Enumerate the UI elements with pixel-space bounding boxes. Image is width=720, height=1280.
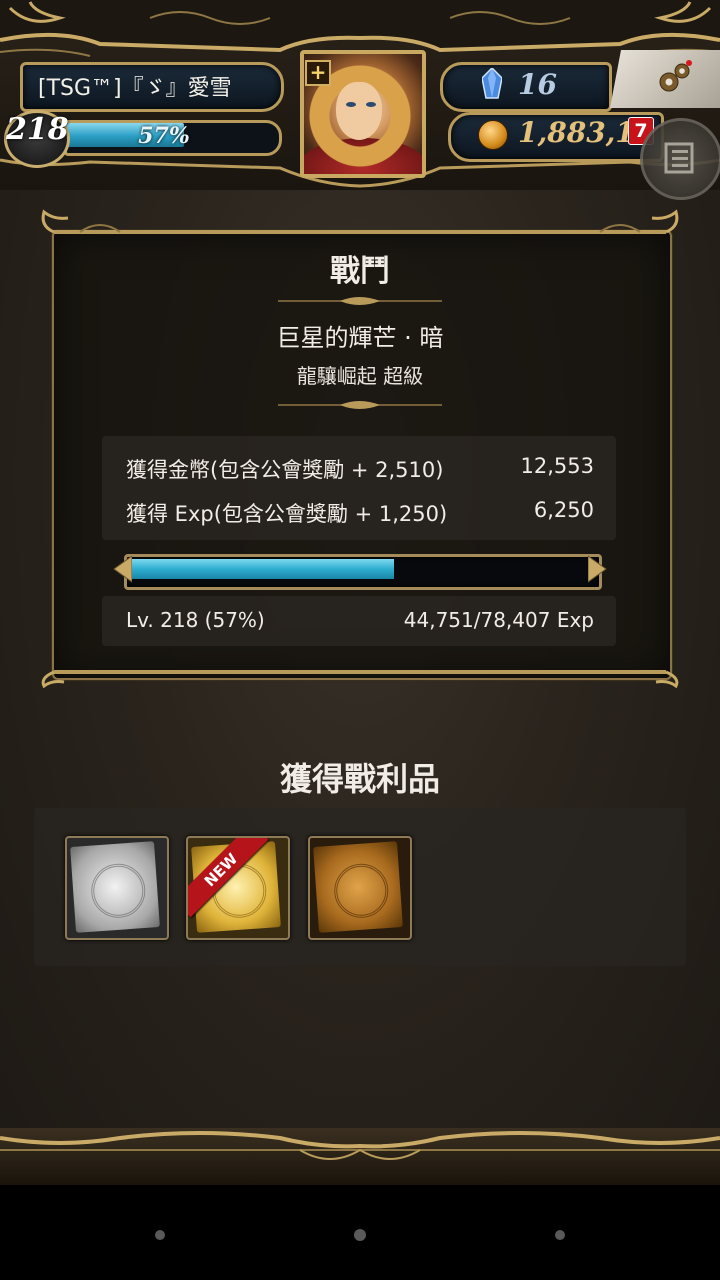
bottom-ornament xyxy=(0,1131,720,1160)
hud-exp-percent: 57% xyxy=(138,123,190,149)
level-label: Lv. 218 (57%) xyxy=(126,608,265,632)
seal-emblem xyxy=(332,861,391,920)
avatar-eye xyxy=(366,102,376,107)
gold-reward-value: 12,553 xyxy=(520,454,594,478)
coin-count: 1,883,11 xyxy=(518,116,644,149)
loot-item-bronze-card[interactable] xyxy=(308,836,412,940)
silver-card-icon xyxy=(70,841,160,933)
panel-bottom-ornament xyxy=(41,670,679,688)
divider-ornament xyxy=(278,401,442,409)
game-screen: [TSG™]『ゞ』愛雪 57% 218 + 16 1,883,11 7 戰鬥 巨… xyxy=(0,0,720,1185)
bottom-frame xyxy=(0,1128,720,1185)
loot-title: 獲得戰利品 xyxy=(279,760,440,798)
nav-recents-button[interactable] xyxy=(555,1230,565,1240)
gold-reward-label: 獲得金幣(包含公會獎勵 + 2,510) xyxy=(126,458,444,482)
player-level: 218 xyxy=(6,112,69,147)
player-name: [TSG™]『ゞ』愛雪 xyxy=(38,76,232,101)
plus-icon: + xyxy=(305,60,331,86)
exp-reward-value: 6,250 xyxy=(533,498,594,522)
bronze-card-icon xyxy=(313,841,403,933)
bar-endcap-left xyxy=(113,555,132,583)
quest-name: 巨星的輝芒 · 暗 xyxy=(276,324,444,352)
exp-reward-label: 獲得 Exp(包含公會獎勵 + 1,250) xyxy=(126,502,448,526)
gear-icon[interactable] xyxy=(656,60,692,96)
loot-item-gold-card[interactable]: NEW xyxy=(186,836,290,940)
quest-difficulty: 龍驤崛起 超級 xyxy=(296,364,424,388)
exp-total-label: 44,751/78,407 Exp xyxy=(403,608,594,632)
exp-progress-fill xyxy=(130,559,394,579)
seal-emblem xyxy=(89,861,148,920)
gold-coin-icon xyxy=(478,120,508,150)
nav-back-button[interactable] xyxy=(155,1230,165,1240)
bar-endcap-right xyxy=(588,555,607,583)
divider-ornament xyxy=(278,297,442,305)
top-hud: [TSG™]『ゞ』愛雪 57% 218 + 16 1,883,11 7 xyxy=(0,0,720,200)
nav-home-button[interactable] xyxy=(354,1229,366,1241)
loot-item-silver-card[interactable] xyxy=(65,836,169,940)
battle-title: 戰鬥 xyxy=(330,254,390,289)
menu-list-icon xyxy=(664,142,694,174)
gem-count: 16 xyxy=(518,68,557,101)
blue-crystal-icon xyxy=(482,68,502,99)
avatar-face xyxy=(336,82,382,140)
avatar-eye xyxy=(346,102,356,107)
